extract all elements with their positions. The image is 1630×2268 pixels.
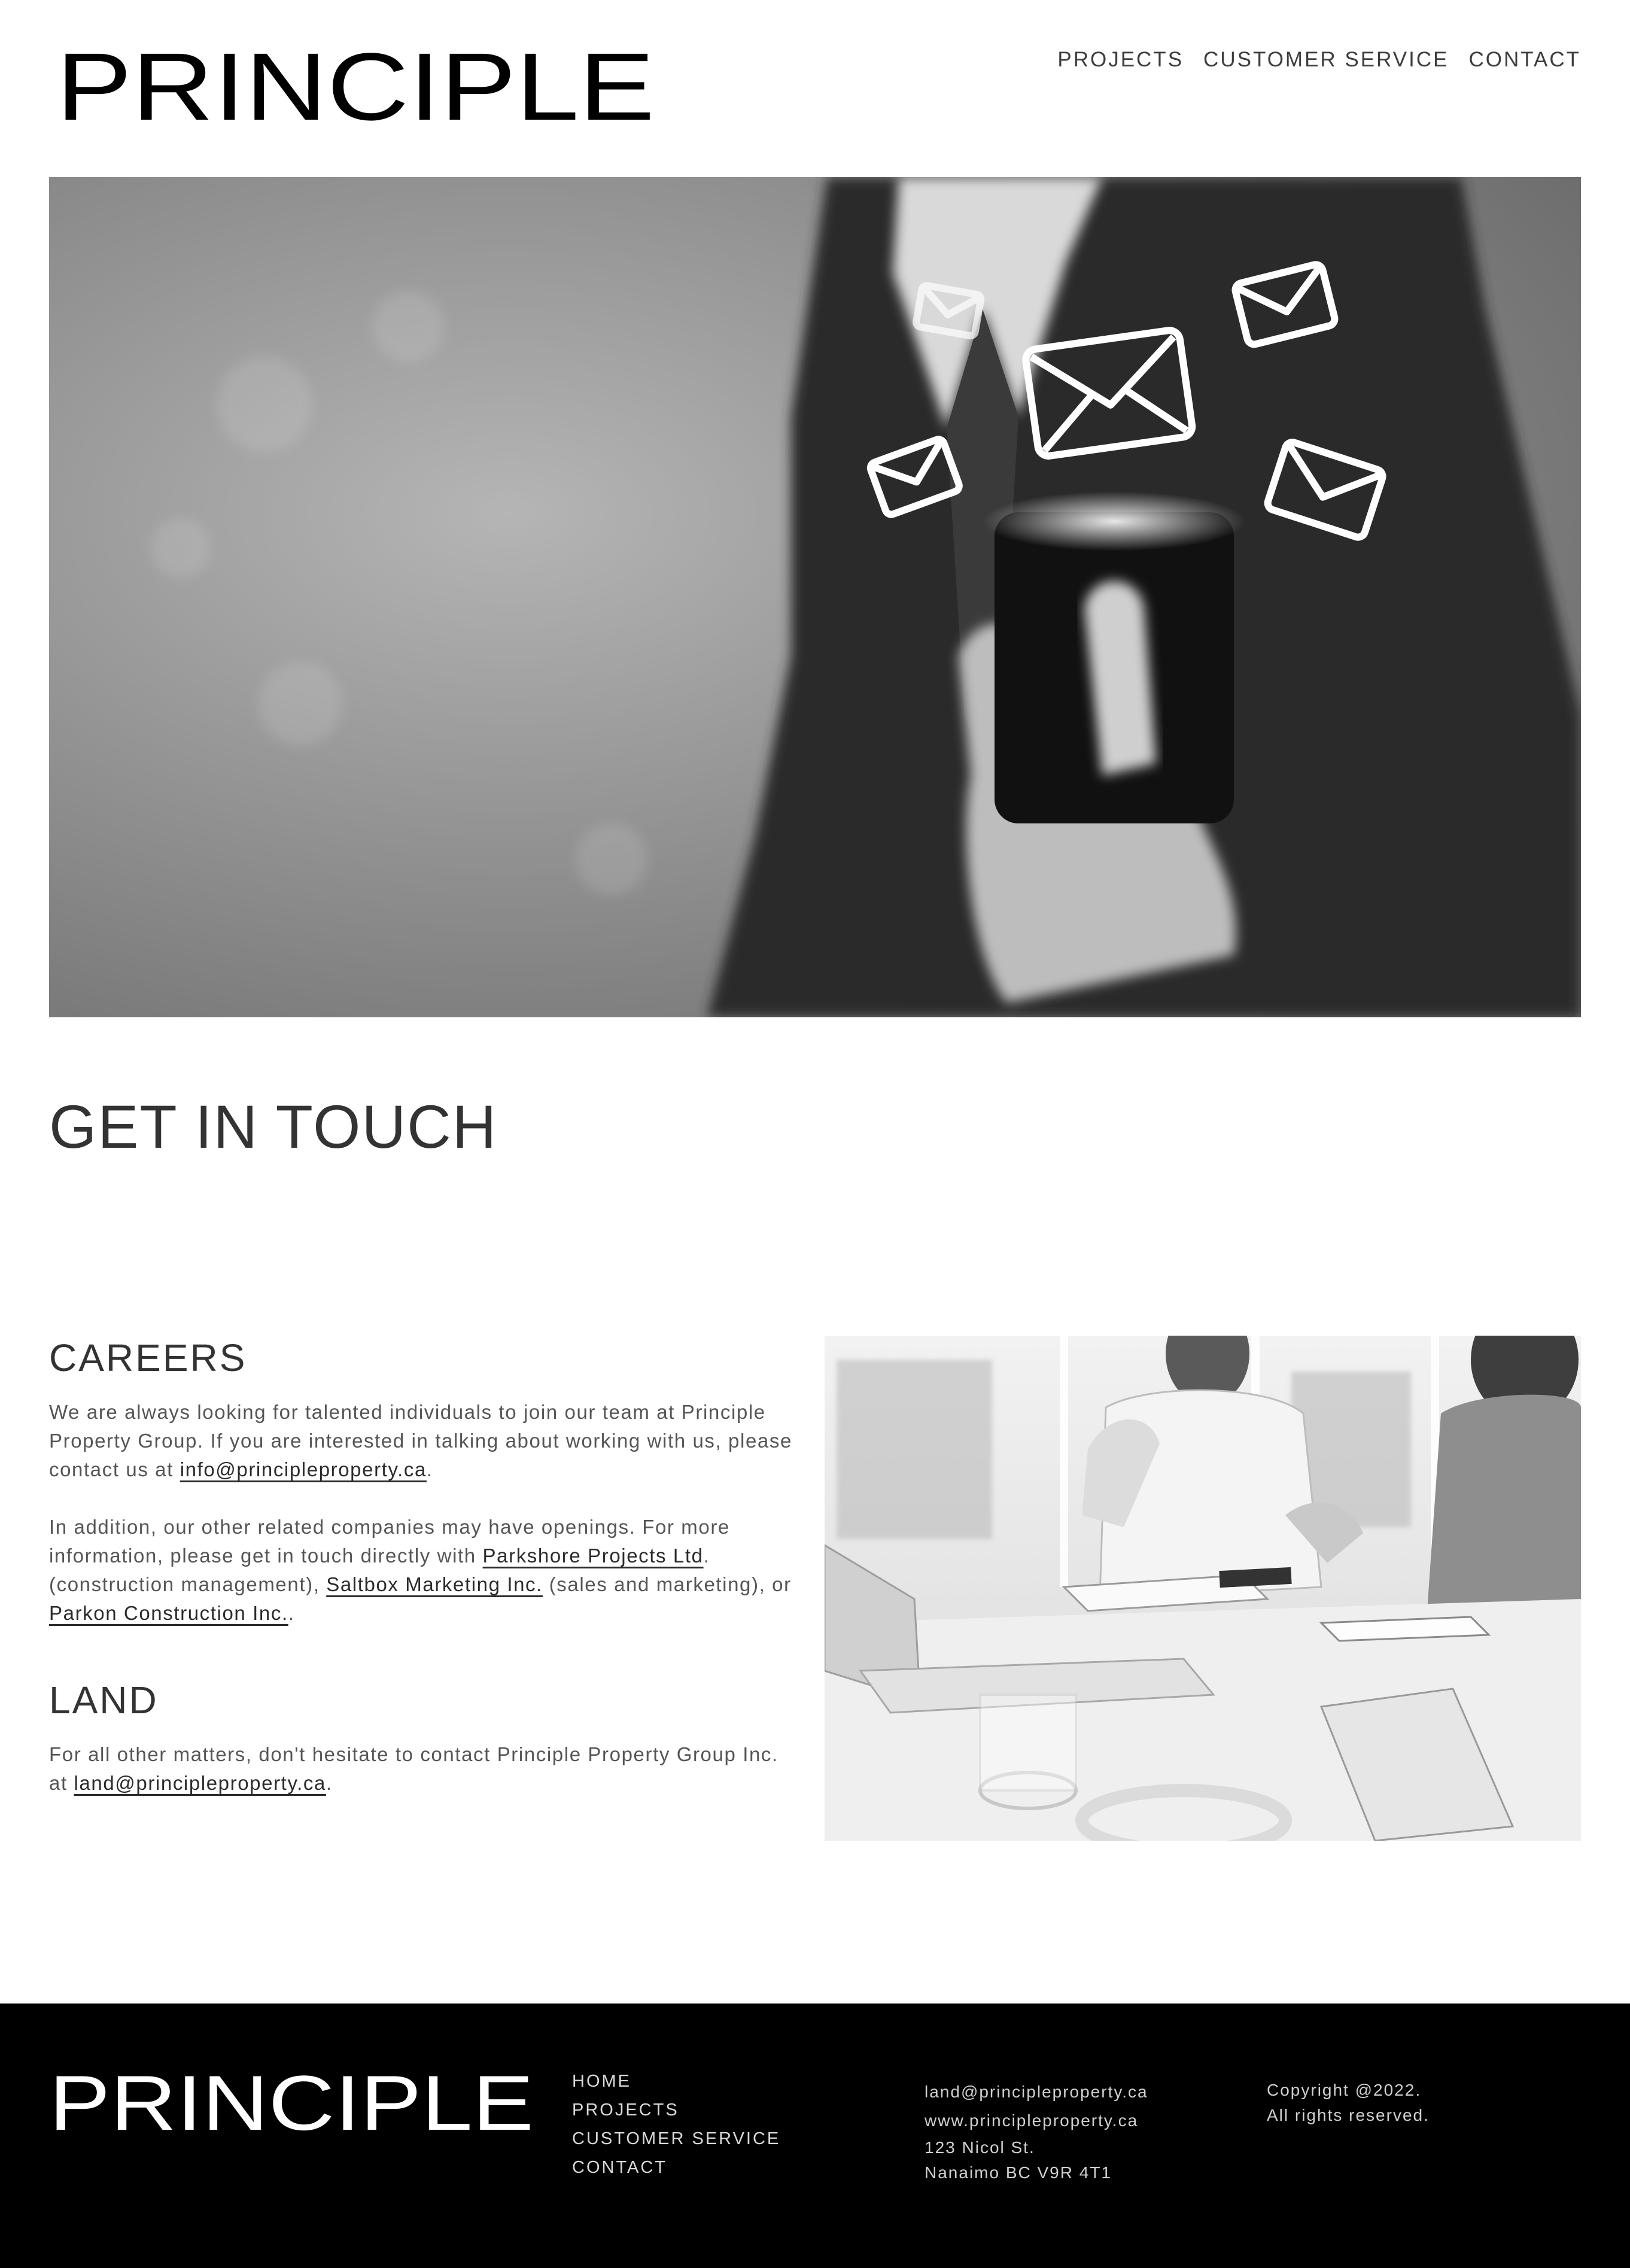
land-heading: LAND bbox=[49, 1679, 159, 1722]
footer-address-line1: 123 Nicol St. bbox=[925, 2138, 1035, 2157]
land-text-end: . bbox=[326, 1772, 333, 1794]
careers-section: CAREERS We are always looking for talent… bbox=[49, 1336, 803, 1628]
page-title: GET IN TOUCH bbox=[49, 1093, 498, 1161]
related-text-mid2: (sales and marketing), or bbox=[542, 1573, 792, 1595]
footer-principle-logo[interactable]: PRINCIPLE bbox=[49, 2071, 534, 2132]
principle-logo[interactable]: PRINCIPLE bbox=[56, 47, 655, 122]
copyright-line2: All rights reserved. bbox=[1267, 2106, 1430, 2124]
nav-projects[interactable]: PROJECTS bbox=[1057, 48, 1184, 72]
land-section: LAND For all other matters, don't hesita… bbox=[49, 1678, 803, 1798]
nav-contact[interactable]: CONTACT bbox=[1468, 48, 1581, 72]
site-footer: PRINCIPLE HOME PROJECTS CUSTOMER SERVICE… bbox=[0, 2003, 1630, 2268]
land-email-link[interactable]: land@principleproperty.ca bbox=[74, 1772, 326, 1794]
footer-nav-customer-service[interactable]: CUSTOMER SERVICE bbox=[572, 2124, 780, 2153]
footer-nav: HOME PROJECTS CUSTOMER SERVICE CONTACT bbox=[572, 2067, 780, 2182]
parkshore-link[interactable]: Parkshore Projects Ltd bbox=[483, 1545, 704, 1567]
hero-image bbox=[49, 177, 1581, 1017]
footer-copyright: Copyright @2022. All rights reserved. bbox=[1267, 2078, 1430, 2128]
meeting-photo bbox=[825, 1336, 1581, 1841]
careers-paragraph: We are always looking for talented indiv… bbox=[49, 1398, 803, 1484]
footer-nav-home[interactable]: HOME bbox=[572, 2067, 780, 2096]
svg-text:PRINCIPLE: PRINCIPLE bbox=[49, 2071, 534, 2132]
svg-text:PRINCIPLE: PRINCIPLE bbox=[56, 47, 655, 122]
nav-customer-service[interactable]: CUSTOMER SERVICE bbox=[1203, 48, 1449, 72]
copyright-line1: Copyright @2022. bbox=[1267, 2081, 1422, 2099]
parkon-link[interactable]: Parkon Construction Inc. bbox=[49, 1602, 288, 1624]
careers-heading: CAREERS bbox=[49, 1336, 247, 1379]
footer-email[interactable]: land@principleproperty.ca bbox=[925, 2078, 1148, 2106]
footer-address-line2: Nanaimo BC V9R 4T1 bbox=[925, 2163, 1112, 2182]
footer-nav-contact[interactable]: CONTACT bbox=[572, 2153, 780, 2182]
related-companies-paragraph: In addition, our other related companies… bbox=[49, 1513, 803, 1628]
land-paragraph: For all other matters, don't hesitate to… bbox=[49, 1740, 803, 1798]
related-text-end: . bbox=[288, 1602, 295, 1624]
careers-text-end: . bbox=[426, 1458, 433, 1480]
footer-website[interactable]: www.principleproperty.ca bbox=[925, 2106, 1148, 2135]
saltbox-link[interactable]: Saltbox Marketing Inc. bbox=[326, 1573, 543, 1595]
main-nav: PROJECTS CUSTOMER SERVICE CONTACT bbox=[1057, 48, 1581, 72]
info-email-link[interactable]: info@principleproperty.ca bbox=[180, 1458, 427, 1480]
footer-contact: land@principleproperty.ca www.principlep… bbox=[925, 2078, 1148, 2185]
footer-nav-projects[interactable]: PROJECTS bbox=[572, 2096, 780, 2124]
